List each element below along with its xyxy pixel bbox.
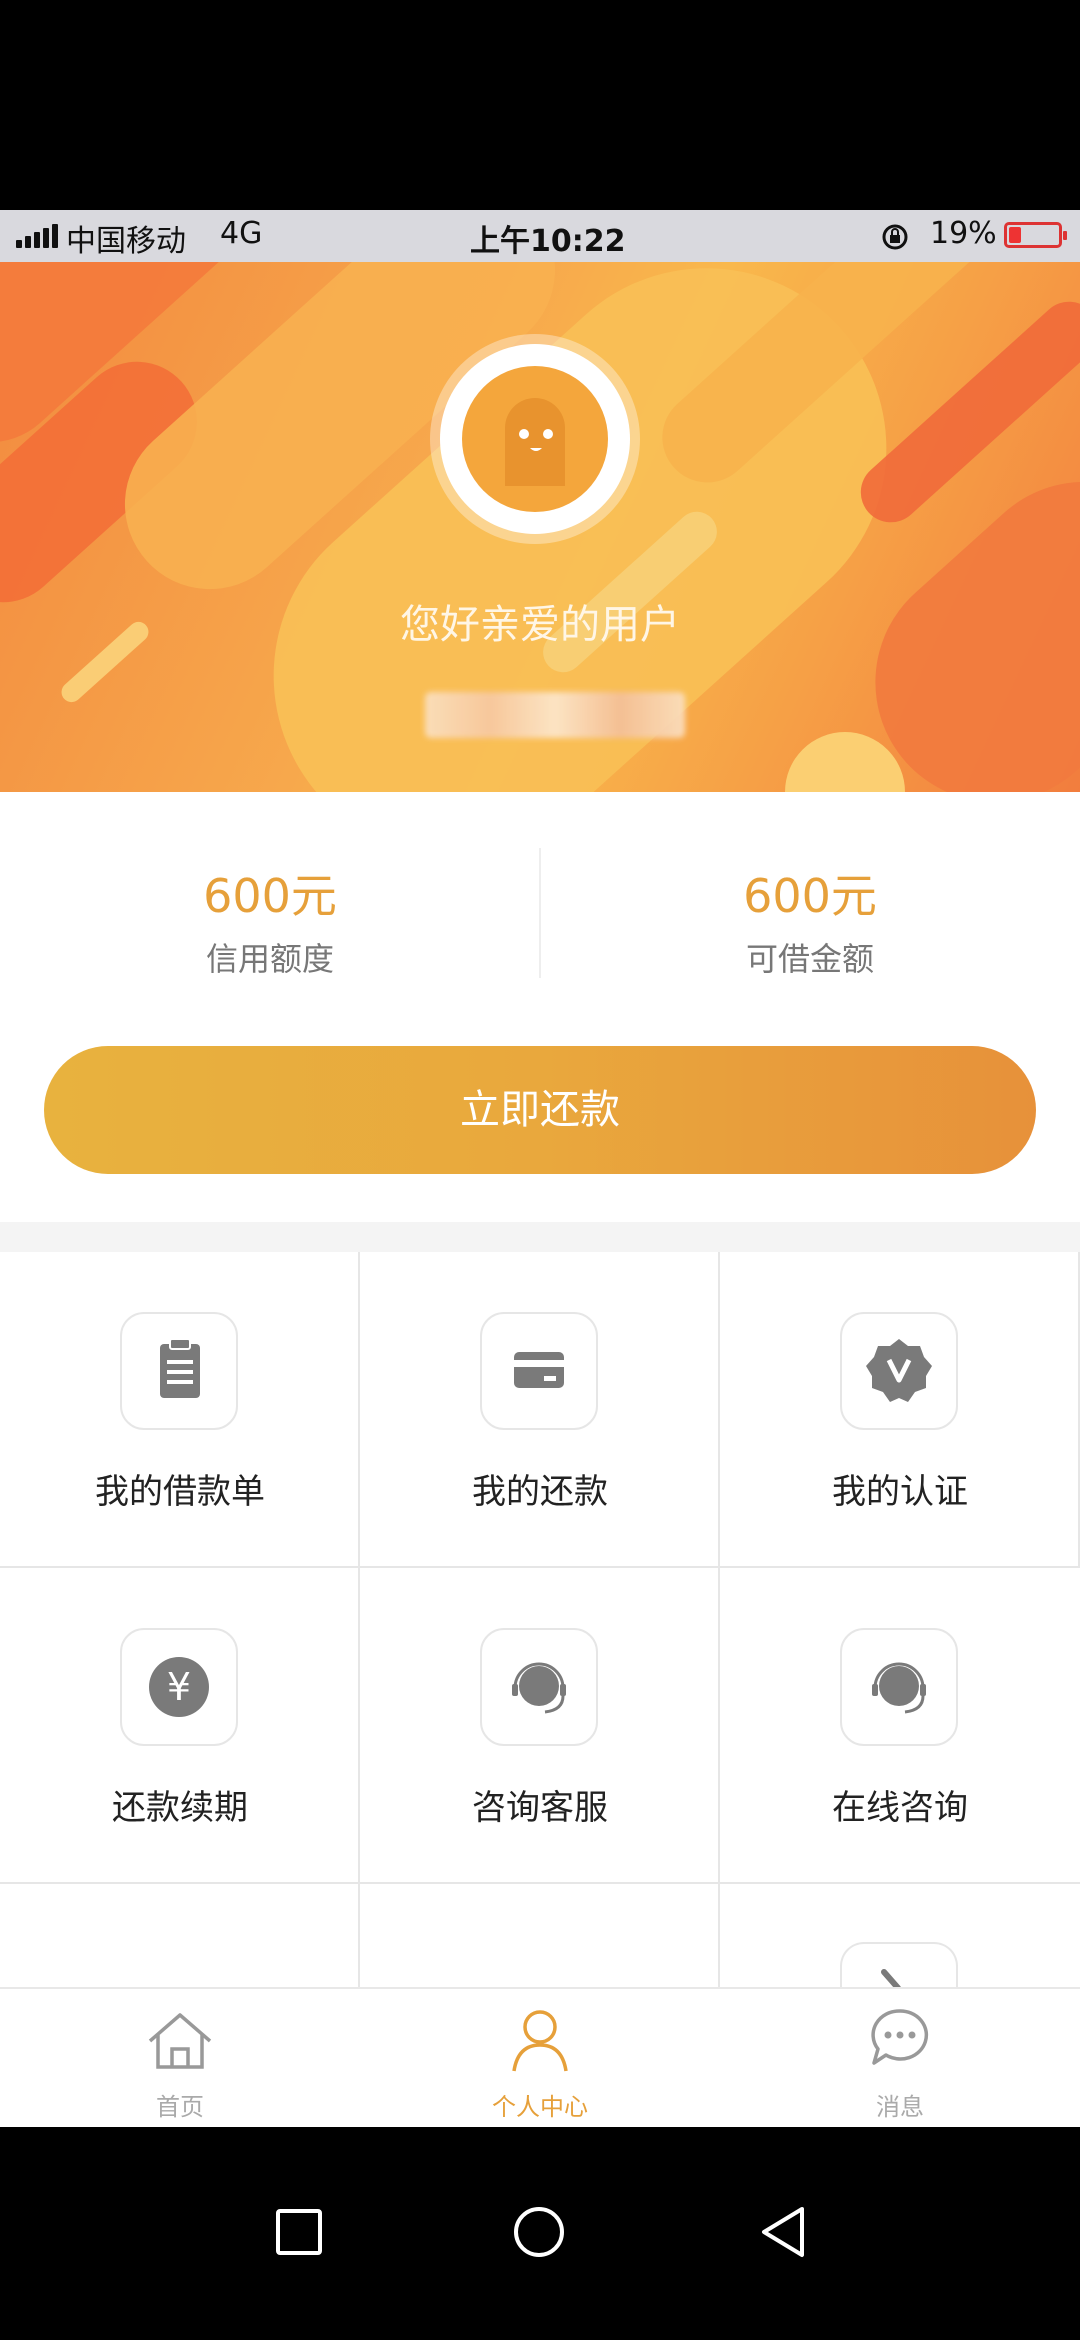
profile-header: 您好亲爱的用户 xyxy=(0,262,1080,792)
repay-now-button[interactable]: 立即还款 xyxy=(44,1046,1036,1174)
carrier-name: 中国移动 xyxy=(66,224,186,259)
grid-item-partial[interactable] xyxy=(720,1884,1080,2002)
grid-item-repayment-extension[interactable]: ¥ 还款续期 xyxy=(0,1568,360,1884)
tab-label: 首页 xyxy=(156,2093,204,2121)
section-gap xyxy=(0,1222,1080,1252)
available-amount-label: 可借金额 xyxy=(745,940,874,978)
credit-limit-label: 信用额度 xyxy=(205,940,334,978)
card-icon xyxy=(480,1312,598,1430)
grid-label: 我的借款单 xyxy=(95,1472,265,1512)
tab-label: 个人中心 xyxy=(492,2093,588,2121)
tab-messages[interactable]: 消息 xyxy=(720,1989,1080,2129)
svg-text:¥: ¥ xyxy=(167,1665,191,1709)
clock: 上午10:22 xyxy=(470,224,626,259)
yen-icon: ¥ xyxy=(120,1628,238,1746)
home-button-icon[interactable] xyxy=(512,2205,566,2259)
grid-label: 还款续期 xyxy=(112,1788,248,1828)
signal-icon xyxy=(16,210,60,262)
network-type: 4G xyxy=(220,216,263,251)
clipboard-icon xyxy=(120,1312,238,1430)
grid-item-empty xyxy=(0,1884,360,1987)
tab-profile[interactable]: 个人中心 xyxy=(360,1989,720,2129)
mascot-icon xyxy=(505,398,565,486)
grid-label: 在线咨询 xyxy=(832,1788,968,1828)
available-amount-value: 600元 xyxy=(743,869,877,923)
rotation-lock-icon xyxy=(882,224,908,250)
system-navigation-bar xyxy=(0,2127,1080,2340)
battery-icon xyxy=(1004,222,1067,248)
masked-phone-number xyxy=(425,692,685,738)
grid-item-online-consult[interactable]: 在线咨询 xyxy=(720,1568,1080,1884)
chat-icon xyxy=(871,2009,929,2065)
headset-icon xyxy=(480,1628,598,1746)
tab-label: 消息 xyxy=(876,2093,924,2121)
grid-label: 咨询客服 xyxy=(472,1788,608,1828)
main-content: 600元 信用额度 600元 可借金额 立即还款 我的借款单 我的还款 我的认证… xyxy=(0,792,1080,2002)
verified-badge-icon xyxy=(840,1312,958,1430)
grid-item-customer-service[interactable]: 咨询客服 xyxy=(360,1568,720,1884)
recent-apps-icon[interactable] xyxy=(274,2207,324,2257)
tab-home[interactable]: 首页 xyxy=(0,1989,360,2129)
headset-icon xyxy=(840,1628,958,1746)
credit-limit-value: 600元 xyxy=(203,869,337,923)
greeting-text: 您好亲爱的用户 xyxy=(400,602,680,648)
user-icon xyxy=(512,2010,568,2072)
grid-item-my-loans[interactable]: 我的借款单 xyxy=(0,1252,360,1568)
grid-item-my-verification[interactable]: 我的认证 xyxy=(720,1252,1080,1568)
home-icon xyxy=(148,2013,212,2069)
status-bar: 中国移动 4G 上午10:22 19% xyxy=(0,210,1080,262)
bottom-tab-bar: 首页 个人中心 消息 xyxy=(0,1987,1080,2127)
grid-item-my-repayment[interactable]: 我的还款 xyxy=(360,1252,720,1568)
grid-label: 我的认证 xyxy=(832,1472,968,1512)
grid-item-empty xyxy=(360,1884,720,1987)
back-icon[interactable] xyxy=(756,2203,808,2261)
avatar[interactable] xyxy=(440,344,630,534)
grid-label: 我的还款 xyxy=(472,1472,608,1512)
battery-percent: 19% xyxy=(930,216,997,251)
